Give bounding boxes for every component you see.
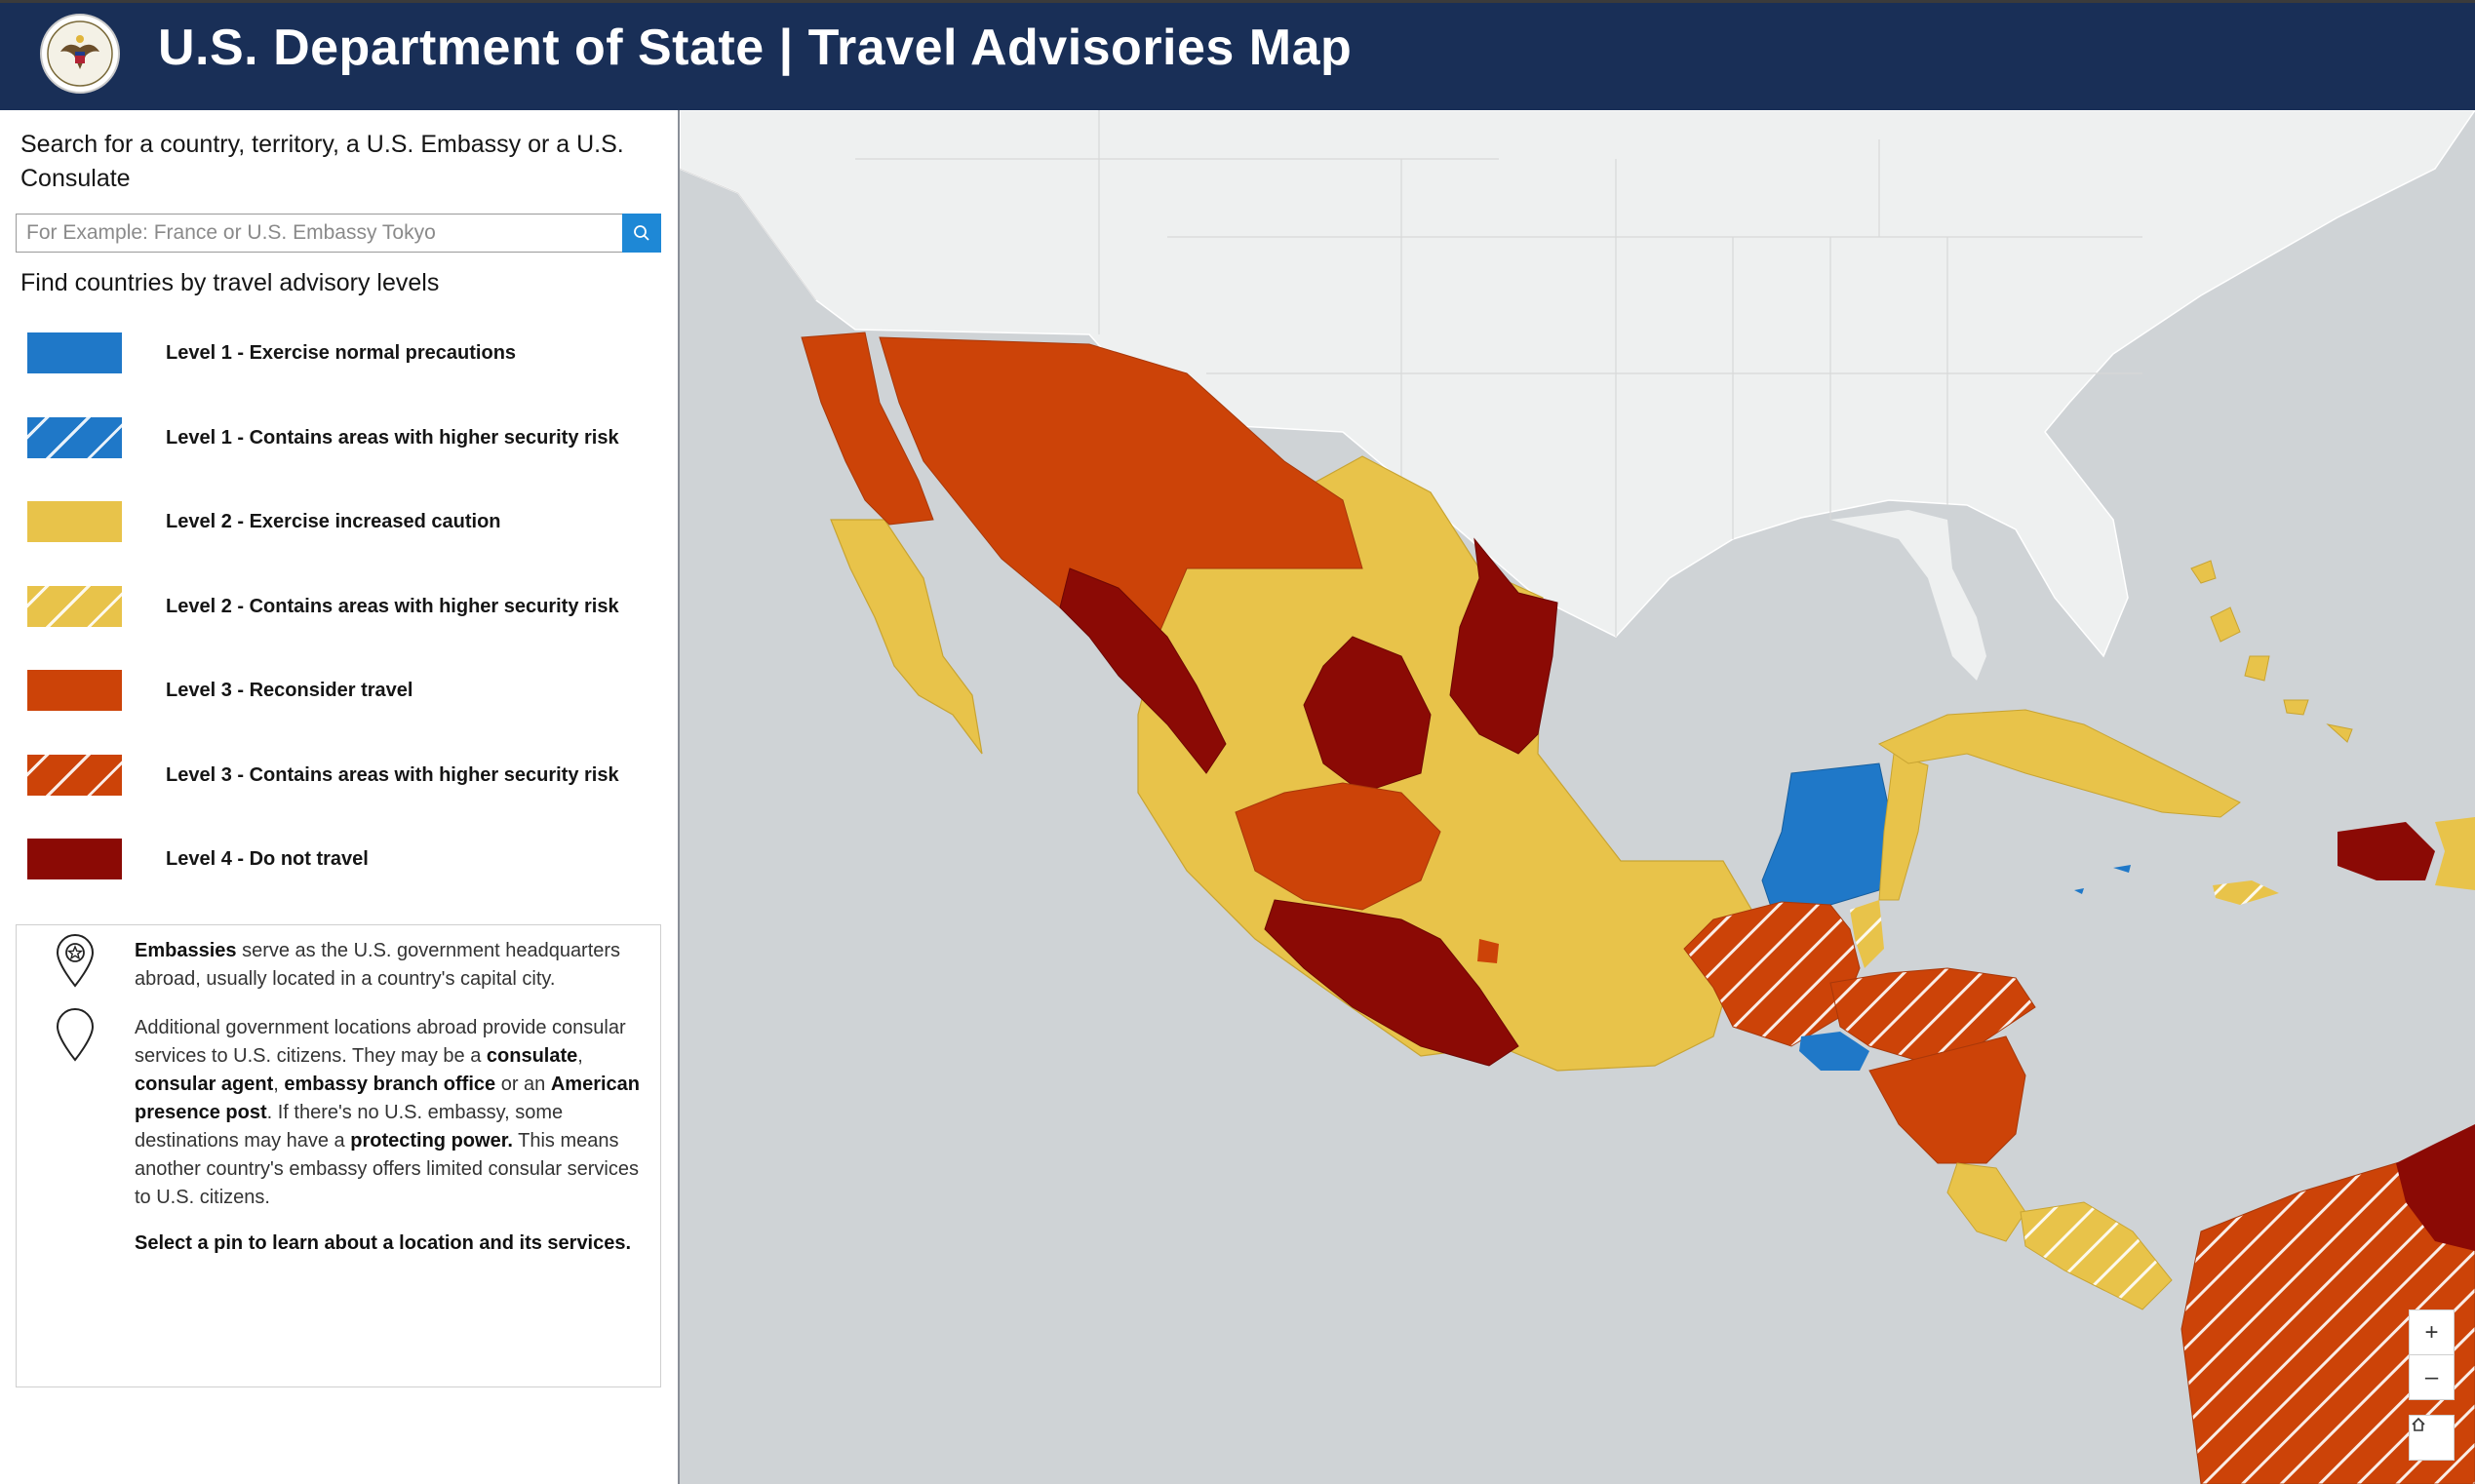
embassy-star-pin-icon xyxy=(56,934,95,988)
level-label: Level 3 - Reconsider travel xyxy=(166,680,413,701)
level-label: Level 3 - Contains areas with higher sec… xyxy=(166,763,619,786)
travel-advisory-map[interactable]: + – xyxy=(680,110,2475,1484)
level-label: Level 2 - Contains areas with higher sec… xyxy=(166,595,619,617)
haiti-region xyxy=(2338,822,2435,880)
filter-level-1[interactable]: Level 1 - Exercise normal precautions xyxy=(27,332,651,417)
search-button[interactable] xyxy=(622,214,661,253)
cuba-region xyxy=(1877,709,2241,818)
zoom-out-button[interactable]: – xyxy=(2409,1354,2455,1400)
zoom-in-button[interactable]: + xyxy=(2409,1309,2455,1355)
pin-info-box: Embassies serve as the U.S. government h… xyxy=(16,924,661,1387)
app-header: U.S. Department of State | Travel Adviso… xyxy=(0,0,2475,110)
embassy-description: Embassies serve as the U.S. government h… xyxy=(135,940,621,990)
state-department-seal-icon xyxy=(39,13,121,95)
home-button[interactable] xyxy=(2409,1415,2455,1461)
select-pin-prompt: Select a pin to learn about a location a… xyxy=(135,1232,632,1254)
yucatan-level1-region xyxy=(1761,762,1895,911)
level-4-swatch xyxy=(27,839,122,879)
level-1-hatched-swatch xyxy=(27,416,122,458)
level-3-hatched-swatch xyxy=(27,754,122,796)
filter-level-1-partial[interactable]: Level 1 - Contains areas with higher sec… xyxy=(27,416,651,502)
home-icon xyxy=(2412,1417,2425,1431)
level-2-swatch xyxy=(27,501,122,542)
level-label: Level 4 - Do not travel xyxy=(166,848,369,870)
level-2-hatched-swatch xyxy=(27,585,122,627)
level-1-swatch xyxy=(27,332,122,373)
filter-level-2[interactable]: Level 2 - Exercise increased caution xyxy=(27,501,651,586)
sidebar-panel: Search for a country, territory, a U.S. … xyxy=(0,110,680,1484)
level-label: Level 1 - Contains areas with higher sec… xyxy=(166,426,619,449)
search-input[interactable] xyxy=(17,215,621,252)
advisory-filter-heading: Find countries by travel advisory levels xyxy=(20,269,440,296)
search-box xyxy=(16,214,661,253)
search-icon xyxy=(634,225,649,241)
level-label: Level 2 - Exercise increased caution xyxy=(166,511,501,532)
filter-level-3[interactable]: Level 3 - Reconsider travel xyxy=(27,670,651,755)
location-pin-icon xyxy=(56,1008,95,1062)
baja-california-region xyxy=(830,519,983,755)
filter-level-2-partial[interactable]: Level 2 - Contains areas with higher sec… xyxy=(27,585,651,671)
advisory-level-list: Level 1 - Exercise normal precautions Le… xyxy=(27,332,651,923)
other-locations-description: Additional government locations abroad p… xyxy=(135,1017,640,1208)
filter-level-3-partial[interactable]: Level 3 - Contains areas with higher sec… xyxy=(27,754,651,840)
nicaragua-region xyxy=(1868,1035,2026,1164)
level-3-swatch xyxy=(27,670,122,711)
search-heading: Search for a country, territory, a U.S. … xyxy=(20,131,624,192)
level-label: Level 1 - Exercise normal precautions xyxy=(166,342,517,364)
panama-region xyxy=(2020,1201,2173,1310)
costa-rica-region xyxy=(1946,1162,2026,1242)
page-title: U.S. Department of State | Travel Adviso… xyxy=(158,20,1353,76)
filter-level-4[interactable]: Level 4 - Do not travel xyxy=(27,839,651,923)
